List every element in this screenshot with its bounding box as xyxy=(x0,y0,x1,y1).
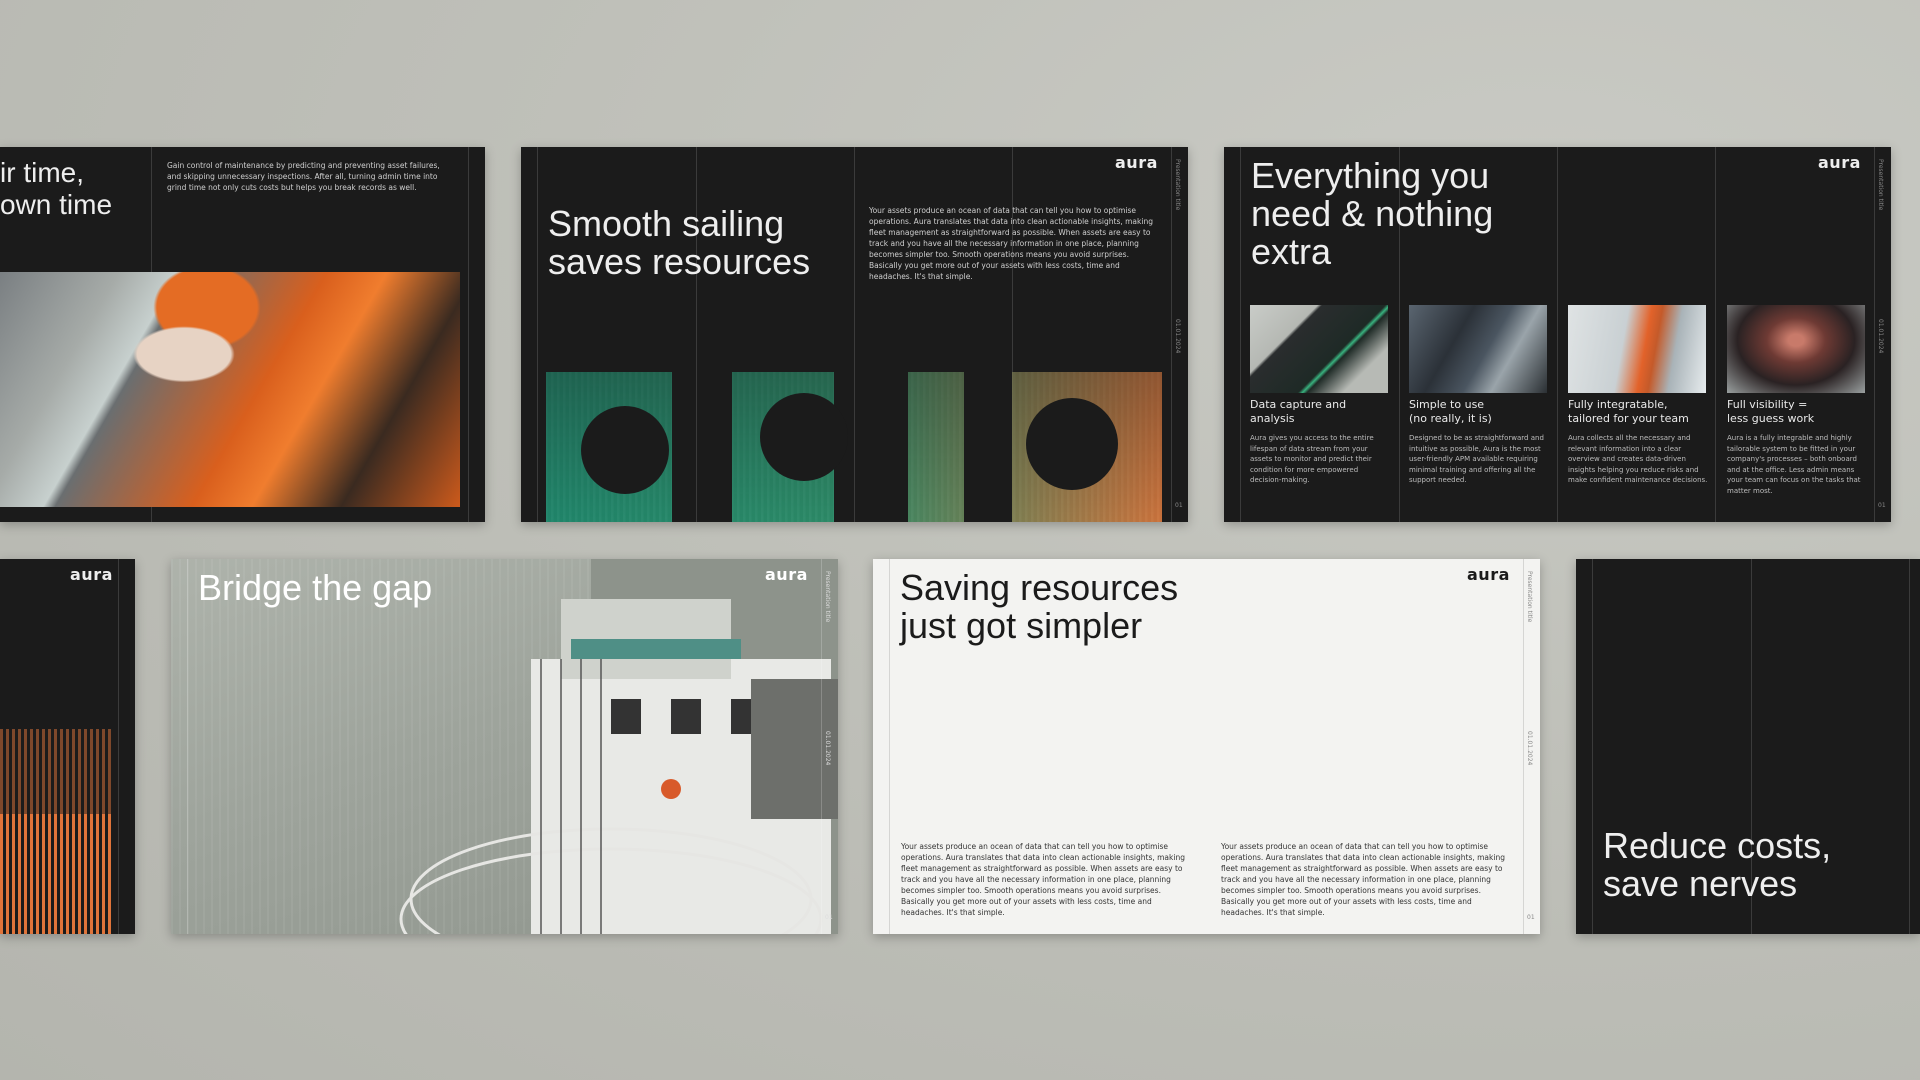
card-title: Data capture and analysis xyxy=(1250,398,1346,426)
card-title-line: Data capture and xyxy=(1250,398,1347,411)
side-label: Presentation title xyxy=(824,571,831,623)
slide-reduce-costs[interactable]: Reduce costs, save nerves xyxy=(1576,559,1920,934)
slide-headline: Bridge the gap xyxy=(198,567,433,608)
date-label: 01.01.2024 xyxy=(1877,319,1884,354)
ship-propeller-photo xyxy=(1727,305,1865,393)
worker-photo xyxy=(0,272,460,507)
headline-line: ir time, xyxy=(0,157,84,188)
slide-saving-resources[interactable]: aura Saving resources just got simpler Y… xyxy=(873,559,1540,934)
page-number: 01 xyxy=(1878,502,1886,509)
dashboard-laptop-photo xyxy=(1250,305,1388,393)
card-title-line: less guess work xyxy=(1727,412,1815,425)
aura-striped-wordmark xyxy=(546,372,1162,522)
card-title: Fully integratable, tailored for your te… xyxy=(1568,398,1689,426)
typing-hands-photo xyxy=(1409,305,1547,393)
slide-body: Gain control of maintenance by predictin… xyxy=(167,161,440,192)
side-label: Presentation title xyxy=(1877,159,1884,211)
slide-headline: Everything you need & nothing extra xyxy=(1251,157,1493,271)
slide-maintenance[interactable]: ir time, own time Gain control of mainte… xyxy=(0,147,485,522)
date-label: 01.01.2024 xyxy=(824,731,831,766)
slide-body-left: Your assets produce an ocean of data tha… xyxy=(901,842,1185,917)
card-body: Designed to be as straightforward and in… xyxy=(1409,434,1544,484)
aura-logo: aura xyxy=(1467,565,1510,584)
headline-line: Everything you xyxy=(1251,155,1490,196)
card-title-line: Full visibility = xyxy=(1727,398,1808,411)
slide-everything-you-need[interactable]: aura Everything you need & nothing extra… xyxy=(1224,147,1891,522)
card-title-line: (no really, it is) xyxy=(1409,412,1492,425)
card-title-line: Simple to use xyxy=(1409,398,1485,411)
page-number: 01 xyxy=(825,914,833,921)
headline-line: own time xyxy=(0,189,113,220)
card-title-line: analysis xyxy=(1250,412,1295,425)
aura-logo: aura xyxy=(765,565,808,584)
side-label: Presentation title xyxy=(1526,571,1533,623)
slide-headline: Saving resources just got simpler xyxy=(900,569,1178,645)
headline-line: need & nothing xyxy=(1251,193,1494,234)
page-number: 01 xyxy=(1527,914,1535,921)
headline-line: extra xyxy=(1251,231,1332,272)
slide-orange-stripes[interactable]: aura xyxy=(0,559,135,934)
slide-body-right: Your assets produce an ocean of data tha… xyxy=(1221,842,1505,917)
headline-line: just got simpler xyxy=(900,605,1143,646)
card-body: Aura collects all the necessary and rele… xyxy=(1568,434,1708,484)
office-worker-photo xyxy=(1568,305,1706,393)
card-title-line: Fully integratable, xyxy=(1568,398,1668,411)
card-title-line: tailored for your team xyxy=(1568,412,1689,425)
headline-line: save nerves xyxy=(1603,863,1798,904)
card-body: Aura gives you access to the entire life… xyxy=(1250,434,1374,484)
card-title: Simple to use (no really, it is) xyxy=(1409,398,1492,426)
slide-bridge-the-gap[interactable]: aura Bridge the gap Presentation title 0… xyxy=(171,559,838,934)
slide-headline: Reduce costs, save nerves xyxy=(1603,827,1831,903)
date-label: 01.01.2024 xyxy=(1526,731,1533,766)
slide-smooth-sailing[interactable]: aura Smooth sailing saves resources Your… xyxy=(521,147,1188,522)
headline-line: Saving resources xyxy=(900,567,1179,608)
orange-stripe-block xyxy=(0,729,112,934)
card-title: Full visibility = less guess work xyxy=(1727,398,1814,426)
ship-bridge-photo xyxy=(399,559,838,934)
slide-headline: ir time, own time xyxy=(0,157,112,221)
aura-logo: aura xyxy=(1818,153,1861,172)
card-body: Aura is a fully integrable and highly ta… xyxy=(1727,434,1861,495)
headline-line: Reduce costs, xyxy=(1603,825,1832,866)
